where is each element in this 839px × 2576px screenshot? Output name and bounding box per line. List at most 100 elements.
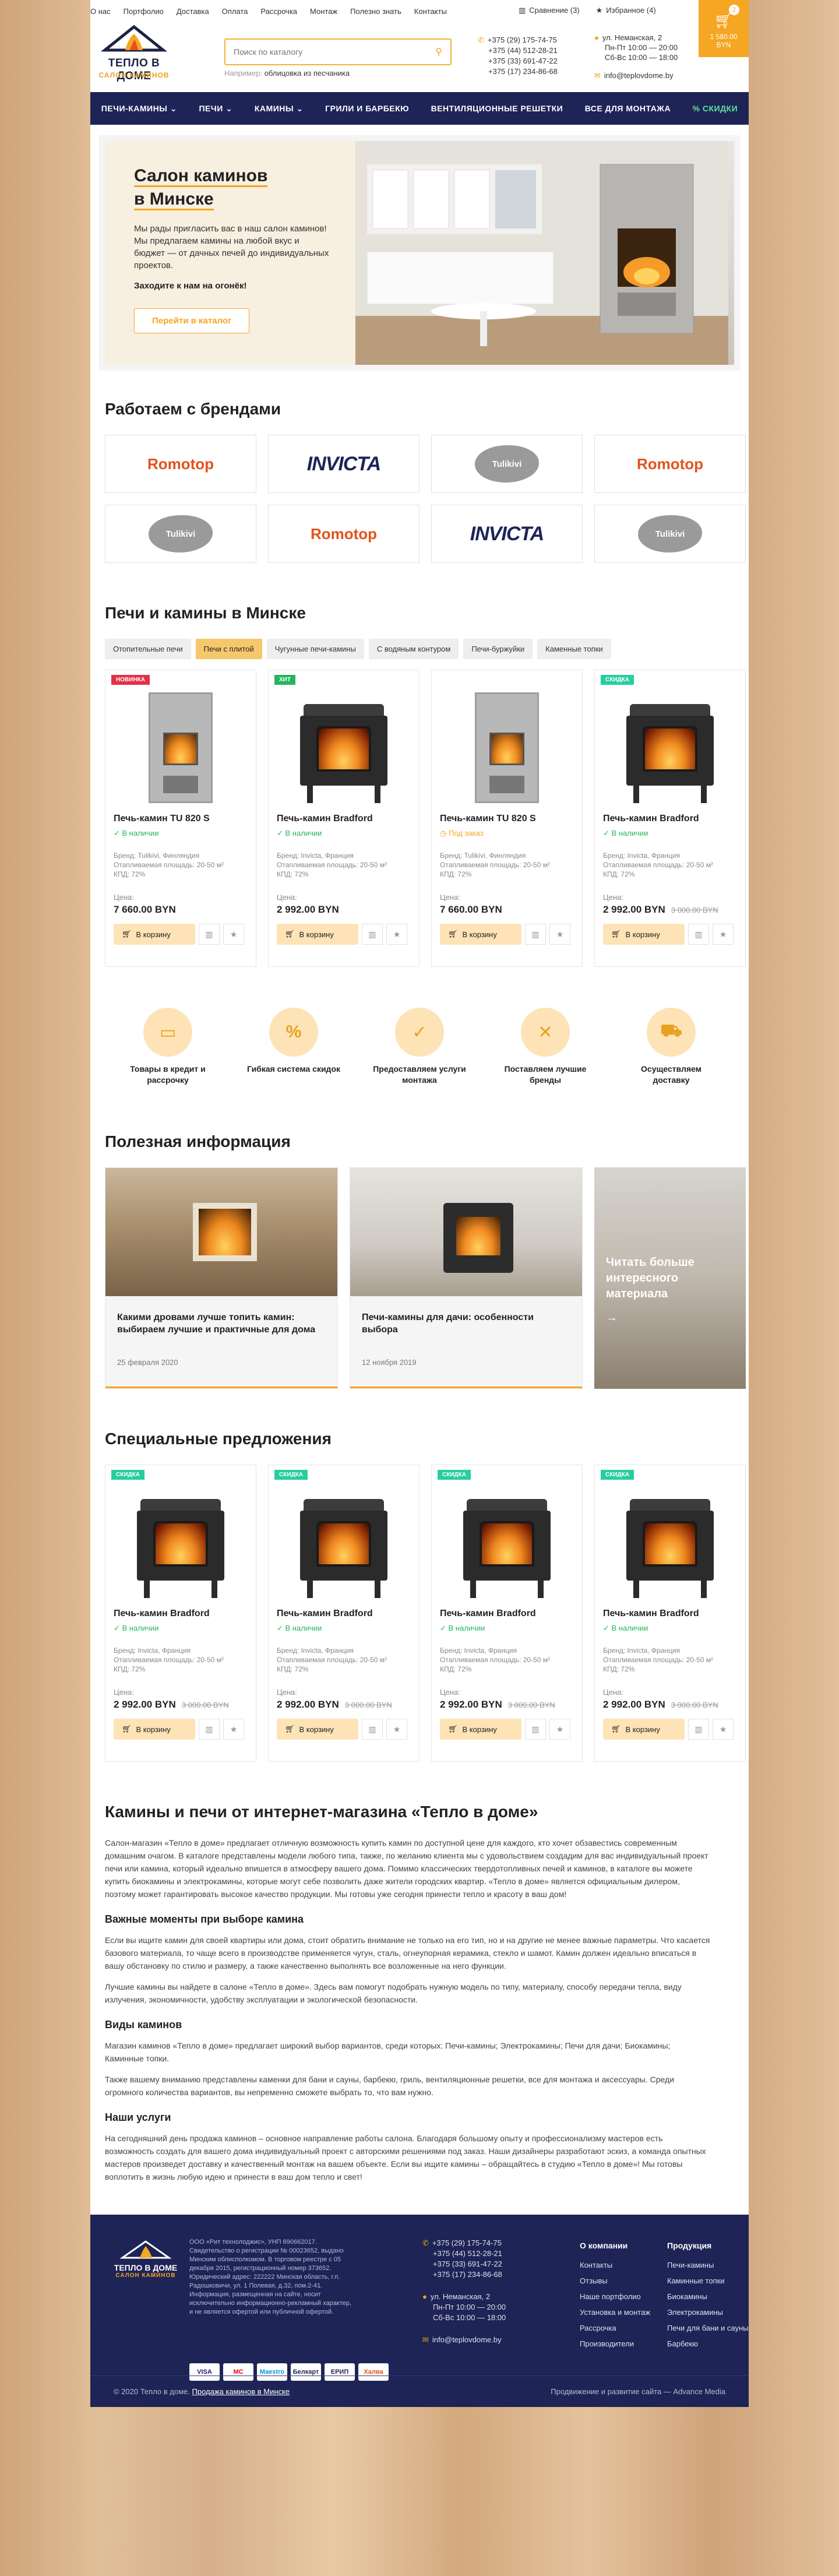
footer-link[interactable]: Установка и монтаж bbox=[580, 2304, 650, 2320]
brand-invicta[interactable]: INVICTA bbox=[431, 505, 583, 563]
footer-link[interactable]: Печи для бани и сауны bbox=[667, 2320, 749, 2336]
product-image[interactable] bbox=[440, 1481, 574, 1598]
email-link[interactable]: info@teplovdome.by bbox=[604, 71, 674, 80]
article-card[interactable]: Какими дровами лучше топить камин: выбир… bbox=[105, 1167, 338, 1389]
footer-link[interactable]: Контакты bbox=[580, 2257, 650, 2273]
topnav-installment[interactable]: Рассрочка bbox=[260, 7, 297, 16]
add-to-cart-button[interactable]: 🛒︎ В корзину bbox=[603, 1719, 685, 1740]
topnav-useful[interactable]: Полезно знать bbox=[350, 7, 401, 16]
product-card[interactable]: ХИТ Печь-камин Bradford ✓ В наличии Брен… bbox=[268, 670, 420, 967]
hero-catalog-button[interactable]: Перейти в каталог bbox=[134, 308, 250, 333]
topnav-portfolio[interactable]: Портфолио bbox=[124, 7, 164, 16]
article-card[interactable]: Печи-камины для дачи: особенности выбора… bbox=[350, 1167, 583, 1389]
brand-romotop[interactable]: Romotop bbox=[594, 435, 746, 493]
more-articles-card[interactable]: Читать больше интересного материала → bbox=[594, 1167, 746, 1389]
tab-cast-iron[interactable]: Чугунные печи-камины bbox=[266, 639, 364, 659]
compare-button[interactable]: ▥ bbox=[525, 1719, 546, 1740]
add-to-cart-button[interactable]: 🛒︎ В корзину bbox=[603, 924, 685, 945]
product-name[interactable]: Печь-камин Bradford bbox=[603, 814, 737, 824]
favorite-button[interactable]: ★ bbox=[713, 1719, 734, 1740]
product-image[interactable] bbox=[603, 1481, 737, 1598]
favorite-button[interactable]: ★ bbox=[386, 924, 407, 945]
phone-1[interactable]: +375 (29) 175-74-75 bbox=[488, 36, 557, 44]
add-to-cart-button[interactable]: 🛒︎ В корзину bbox=[114, 924, 195, 945]
footer-phone[interactable]: +375 (44) 512-28-21 bbox=[422, 2248, 506, 2259]
favorite-button[interactable]: ★ bbox=[549, 924, 570, 945]
product-name[interactable]: Печь-камин Bradford bbox=[603, 1609, 737, 1619]
phone-2[interactable]: +375 (44) 512-28-21 bbox=[478, 45, 558, 56]
brand-tulikivi[interactable]: Tulikivi bbox=[594, 505, 746, 563]
tab-stone-inserts[interactable]: Каменные топки bbox=[537, 639, 611, 659]
tab-heating-stoves[interactable]: Отопительные печи bbox=[105, 639, 191, 659]
product-card[interactable]: СКИДКА Печь-камин Bradford ✓ В наличии Б… bbox=[594, 670, 746, 967]
footer-logo[interactable]: ТЕПЛО В ДОМЕ САЛОН КАМИНОВ bbox=[114, 2238, 178, 2279]
footer-link[interactable]: Наше портфолио bbox=[580, 2289, 650, 2304]
nav-vents[interactable]: ВЕНТИЛЯЦИОННЫЕ РЕШЕТКИ bbox=[431, 104, 563, 113]
footer-email[interactable]: info@teplovdome.by bbox=[432, 2335, 502, 2344]
brand-tulikivi[interactable]: Tulikivi bbox=[431, 435, 583, 493]
favorite-button[interactable]: ★ bbox=[713, 924, 734, 945]
topnav-mounting[interactable]: Монтаж bbox=[310, 7, 337, 16]
nav-fireplaces[interactable]: КАМИНЫ ⌄ bbox=[255, 104, 304, 114]
product-image[interactable] bbox=[603, 687, 737, 803]
phone-3[interactable]: +375 (33) 691-47-22 bbox=[478, 56, 558, 66]
product-name[interactable]: Печь-камин TU 820 S bbox=[440, 814, 574, 824]
footer-link[interactable]: Печи-камины bbox=[667, 2257, 749, 2273]
product-name[interactable]: Печь-камин Bradford bbox=[114, 1609, 248, 1619]
copyright-link[interactable]: Продажа каминов в Минске bbox=[192, 2387, 290, 2396]
add-to-cart-button[interactable]: 🛒︎ В корзину bbox=[440, 1719, 521, 1740]
favorite-button[interactable]: ★ bbox=[549, 1719, 570, 1740]
product-name[interactable]: Печь-камин Bradford bbox=[277, 814, 411, 824]
footer-link[interactable]: Барбекю bbox=[667, 2336, 749, 2352]
favorites-link[interactable]: ★ Избранное (4) bbox=[596, 6, 656, 15]
tab-potbelly[interactable]: Печи-буржуйки bbox=[463, 639, 533, 659]
search-icon[interactable]: ⚲ bbox=[435, 46, 442, 58]
topnav-delivery[interactable]: Доставка bbox=[177, 7, 209, 16]
product-name[interactable]: Печь-камин Bradford bbox=[277, 1609, 411, 1619]
product-image[interactable] bbox=[440, 687, 574, 803]
compare-button[interactable]: ▥ bbox=[362, 1719, 383, 1740]
topnav-about[interactable]: О нас bbox=[90, 7, 111, 16]
nav-mounting[interactable]: ВСЕ ДЛЯ МОНТАЖА bbox=[585, 104, 671, 113]
article-title[interactable]: Какими дровами лучше топить камин: выбир… bbox=[117, 1311, 326, 1352]
product-image[interactable] bbox=[114, 1481, 248, 1598]
search-input[interactable] bbox=[234, 47, 436, 57]
tab-stoves-with-hob[interactable]: Печи с плитой bbox=[195, 639, 262, 659]
brand-tulikivi[interactable]: Tulikivi bbox=[105, 505, 256, 563]
product-image[interactable] bbox=[277, 1481, 411, 1598]
product-image[interactable] bbox=[114, 687, 248, 803]
topnav-contacts[interactable]: Контакты bbox=[414, 7, 447, 16]
nav-sale[interactable]: % СКИДКИ bbox=[693, 104, 738, 113]
product-name[interactable]: Печь-камин TU 820 S bbox=[114, 814, 248, 824]
favorite-button[interactable]: ★ bbox=[223, 1719, 244, 1740]
footer-link[interactable]: Каминные топки bbox=[667, 2273, 749, 2289]
footer-link[interactable]: Отзывы bbox=[580, 2273, 650, 2289]
favorite-button[interactable]: ★ bbox=[386, 1719, 407, 1740]
add-to-cart-button[interactable]: 🛒︎ В корзину bbox=[440, 924, 521, 945]
add-to-cart-button[interactable]: 🛒︎ В корзину bbox=[114, 1719, 195, 1740]
favorite-button[interactable]: ★ bbox=[223, 924, 244, 945]
footer-link[interactable]: Биокамины bbox=[667, 2289, 749, 2304]
brand-romotop[interactable]: Romotop bbox=[105, 435, 256, 493]
topnav-payment[interactable]: Оплата bbox=[222, 7, 248, 16]
product-card[interactable]: Печь-камин TU 820 S ◷ Под заказ Бренд: T… bbox=[431, 670, 583, 967]
footer-link[interactable]: Электрокамины bbox=[667, 2304, 749, 2320]
compare-button[interactable]: ▥ bbox=[199, 1719, 220, 1740]
brand-romotop[interactable]: Romotop bbox=[268, 505, 420, 563]
add-to-cart-button[interactable]: 🛒︎ В корзину bbox=[277, 924, 358, 945]
product-image[interactable] bbox=[277, 687, 411, 803]
footer-phone[interactable]: +375 (17) 234-86-68 bbox=[422, 2269, 506, 2280]
add-to-cart-button[interactable]: 🛒︎ В корзину bbox=[277, 1719, 358, 1740]
compare-button[interactable]: ▥ bbox=[688, 924, 709, 945]
footer-phone[interactable]: +375 (33) 691-47-22 bbox=[422, 2259, 506, 2269]
logo[interactable]: ТЕПЛО В ДОМЕ САЛОН КАМИНОВ bbox=[90, 22, 178, 86]
compare-button[interactable]: ▥ bbox=[199, 924, 220, 945]
product-card[interactable]: СКИДКА Печь-камин Bradford ✓ В наличии Б… bbox=[594, 1465, 746, 1762]
compare-link[interactable]: ▥ Сравнение (3) bbox=[519, 6, 580, 15]
nav-stoves[interactable]: ПЕЧИ ⌄ bbox=[199, 104, 232, 114]
product-card[interactable]: СКИДКА Печь-камин Bradford ✓ В наличии Б… bbox=[105, 1465, 256, 1762]
product-name[interactable]: Печь-камин Bradford bbox=[440, 1609, 574, 1619]
compare-button[interactable]: ▥ bbox=[688, 1719, 709, 1740]
footer-phone[interactable]: +375 (29) 175-74-75 bbox=[432, 2239, 502, 2247]
footer-link[interactable]: Производители bbox=[580, 2336, 650, 2352]
